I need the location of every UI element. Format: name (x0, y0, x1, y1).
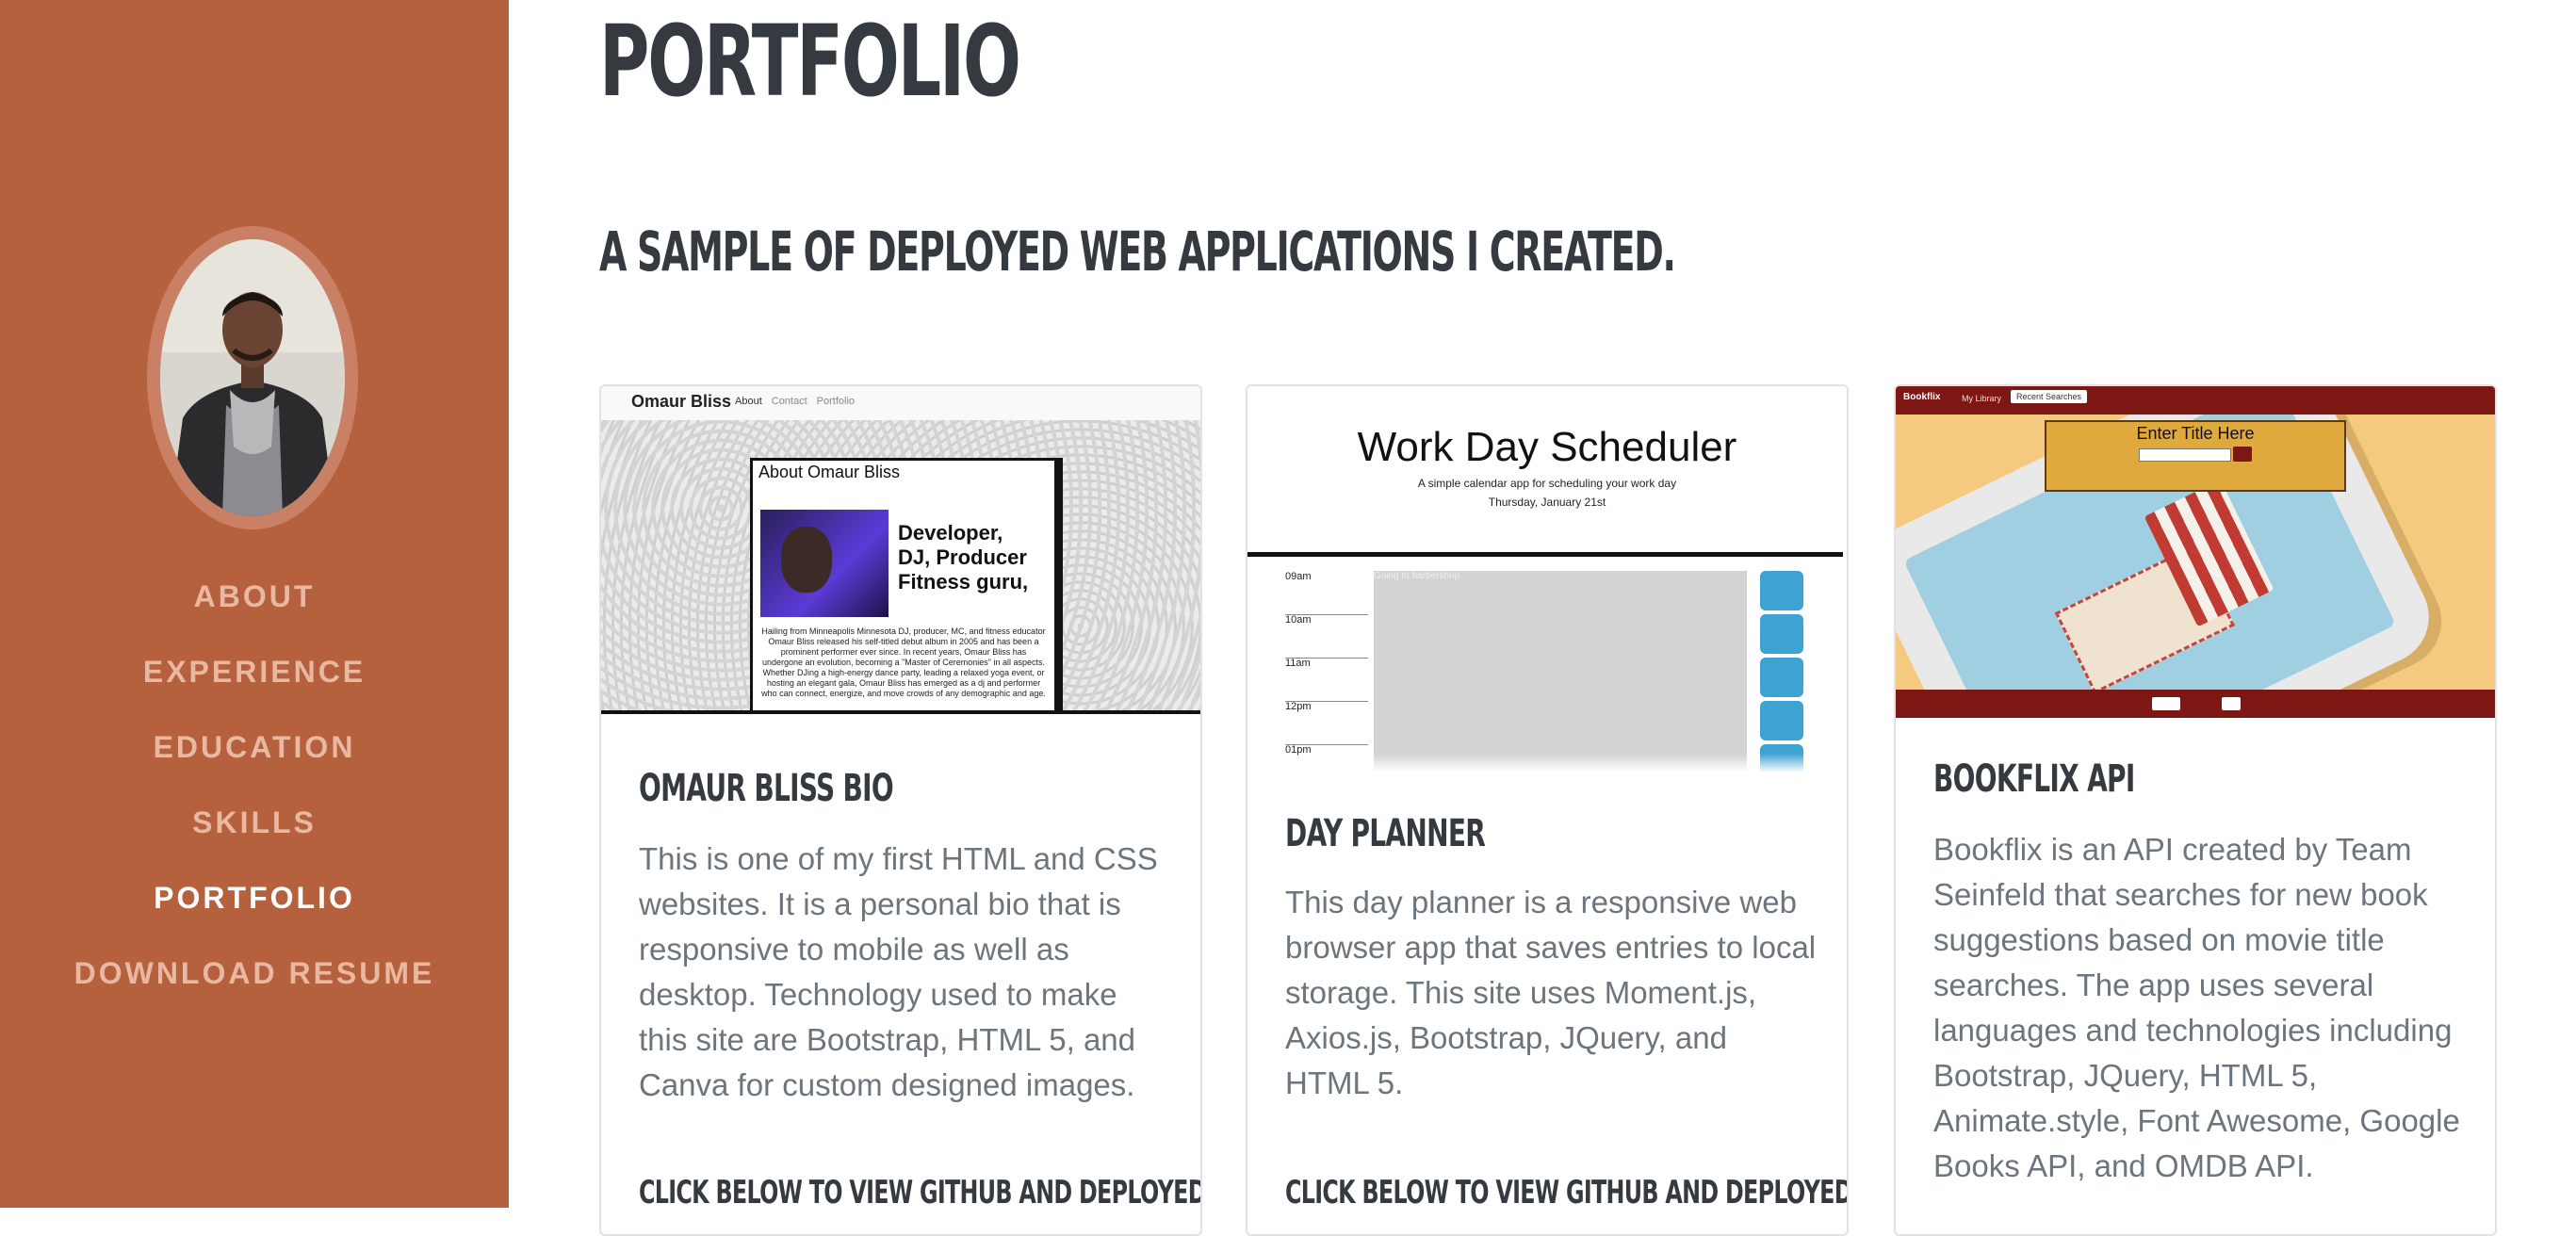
nav-skills[interactable]: SKILLS (0, 791, 509, 867)
bio-thumb-panel: About Omaur Bliss Developer, DJ, Produce… (750, 458, 1057, 714)
avatar (160, 239, 345, 516)
nav-about[interactable]: ABOUT (0, 565, 509, 641)
bio-thumb-links: About Contact Portfolio (735, 396, 864, 407)
refresh-icon (2222, 697, 2241, 710)
planner-hour: 09am (1285, 571, 1368, 615)
planner-row: 09am Going to barbershop (1285, 571, 1847, 615)
undo-icon (2152, 697, 2180, 710)
project-card-bookflix: Bookflix My Library Recent Searches Ente… (1894, 384, 2497, 1236)
search-icon (2233, 447, 2252, 462)
planner-thumb-fade (1247, 754, 1847, 772)
bio-thumb-link-contact: Contact (771, 396, 807, 407)
planner-entry (1374, 658, 1747, 701)
bio-thumb-rule (601, 710, 1200, 714)
bookflix-thumb-brand: Bookflix (1903, 392, 1941, 402)
card-title: BOOKFLIX API (1933, 757, 2135, 801)
nav-experience[interactable]: EXPERIENCE (0, 641, 509, 716)
card-title: DAY PLANNER (1285, 812, 1486, 855)
bookflix-thumb-input (2139, 448, 2231, 462)
planner-thumb: Work Day Scheduler A simple calendar app… (1247, 386, 1847, 772)
planner-entry: Going to barbershop (1374, 571, 1747, 614)
bookflix-screenshot[interactable]: Bookflix My Library Recent Searches Ente… (1896, 386, 2495, 718)
bookflix-thumb-navbar: Bookflix My Library Recent Searches (1896, 386, 2495, 415)
bookflix-thumb-search-form: Enter Title Here (2045, 420, 2346, 492)
planner-thumb-subtitle: A simple calendar app for scheduling you… (1417, 477, 1677, 490)
bio-thumb-link-about: About (735, 396, 762, 407)
card-title: OMAUR BLISS BIO (639, 767, 894, 810)
bio-thumb-tagline: Developer, DJ, Producer Fitness guru, (898, 521, 1029, 594)
save-icon (1760, 614, 1803, 654)
avatar-frame (147, 226, 358, 529)
nav-download-resume[interactable]: DOWNLOAD RESUME (0, 942, 509, 1017)
bio-thumb-panel-title: About Omaur Bliss (758, 463, 901, 481)
planner-thumb-title: Work Day Scheduler (1357, 424, 1737, 470)
card-description: Bookflix is an API created by Team Seinf… (1933, 832, 2460, 1183)
sidebar-nav: ABOUT EXPERIENCE EDUCATION SKILLS PORTFO… (0, 565, 509, 1017)
planner-hour: 10am (1285, 614, 1368, 659)
bio-thumb-paragraph: Hailing from Minneapolis Minnesota DJ, p… (761, 626, 1046, 698)
planner-row: 10am (1285, 614, 1847, 659)
section-subtitle: A SAMPLE OF DEPLOYED WEB APPLICATIONS I … (599, 220, 1676, 284)
save-icon (1760, 571, 1803, 610)
bio-thumb-photo (760, 510, 889, 617)
planner-thumb-rule (1247, 552, 1843, 557)
bio-thumb-head (781, 527, 832, 593)
planner-hour: 11am (1285, 658, 1368, 702)
project-card-day-planner: Work Day Scheduler A simple calendar app… (1246, 384, 1849, 1236)
bio-thumb-link-portfolio: Portfolio (816, 396, 856, 407)
planner-row: 11am (1285, 658, 1847, 702)
project-card-bio: Omaur Bliss About Contact Portfolio About … (599, 384, 1202, 1236)
card-description: This day planner is a responsive web bro… (1285, 885, 1817, 1100)
planner-entry (1374, 614, 1747, 658)
profile-photo (160, 239, 345, 516)
nav-portfolio[interactable]: PORTFOLIO (0, 867, 509, 942)
nav-education[interactable]: EDUCATION (0, 716, 509, 791)
bio-screenshot[interactable]: Omaur Bliss About Contact Portfolio About … (601, 386, 1200, 714)
card-link-heading: CLICK BELOW TO VIEW GITHUB AND DEPLOYED … (639, 1174, 1202, 1212)
planner-thumb-date: Thursday, January 21st (1488, 496, 1606, 509)
bookflix-thumb-recent: Recent Searches (2011, 390, 2088, 403)
bio-thumb-navbar: Omaur Bliss About Contact Portfolio (601, 386, 1200, 420)
bookflix-thumb-library: My Library (1962, 394, 2002, 403)
bookflix-thumb-form-title: Enter Title Here (2136, 424, 2255, 443)
save-icon (1760, 701, 1803, 740)
card-link-heading: CLICK BELOW TO VIEW GITHUB AND DEPLOYED … (1285, 1174, 1849, 1212)
page-title: PORTFOLIO (599, 4, 1021, 119)
bio-thumb-logo: Omaur Bliss (631, 392, 732, 411)
card-description: This is one of my first HTML and CSS web… (639, 841, 1158, 1102)
planner-hour: 12pm (1285, 701, 1368, 745)
planner-entry (1374, 701, 1747, 744)
bookflix-thumb: Bookflix My Library Recent Searches Ente… (1896, 386, 2495, 718)
bookflix-thumb-footer (1896, 690, 2495, 718)
save-icon (1760, 658, 1803, 697)
sidebar: ABOUT EXPERIENCE EDUCATION SKILLS PORTFO… (0, 0, 509, 1208)
planner-row: 12pm (1285, 701, 1847, 745)
planner-screenshot[interactable]: Work Day Scheduler A simple calendar app… (1247, 386, 1847, 772)
